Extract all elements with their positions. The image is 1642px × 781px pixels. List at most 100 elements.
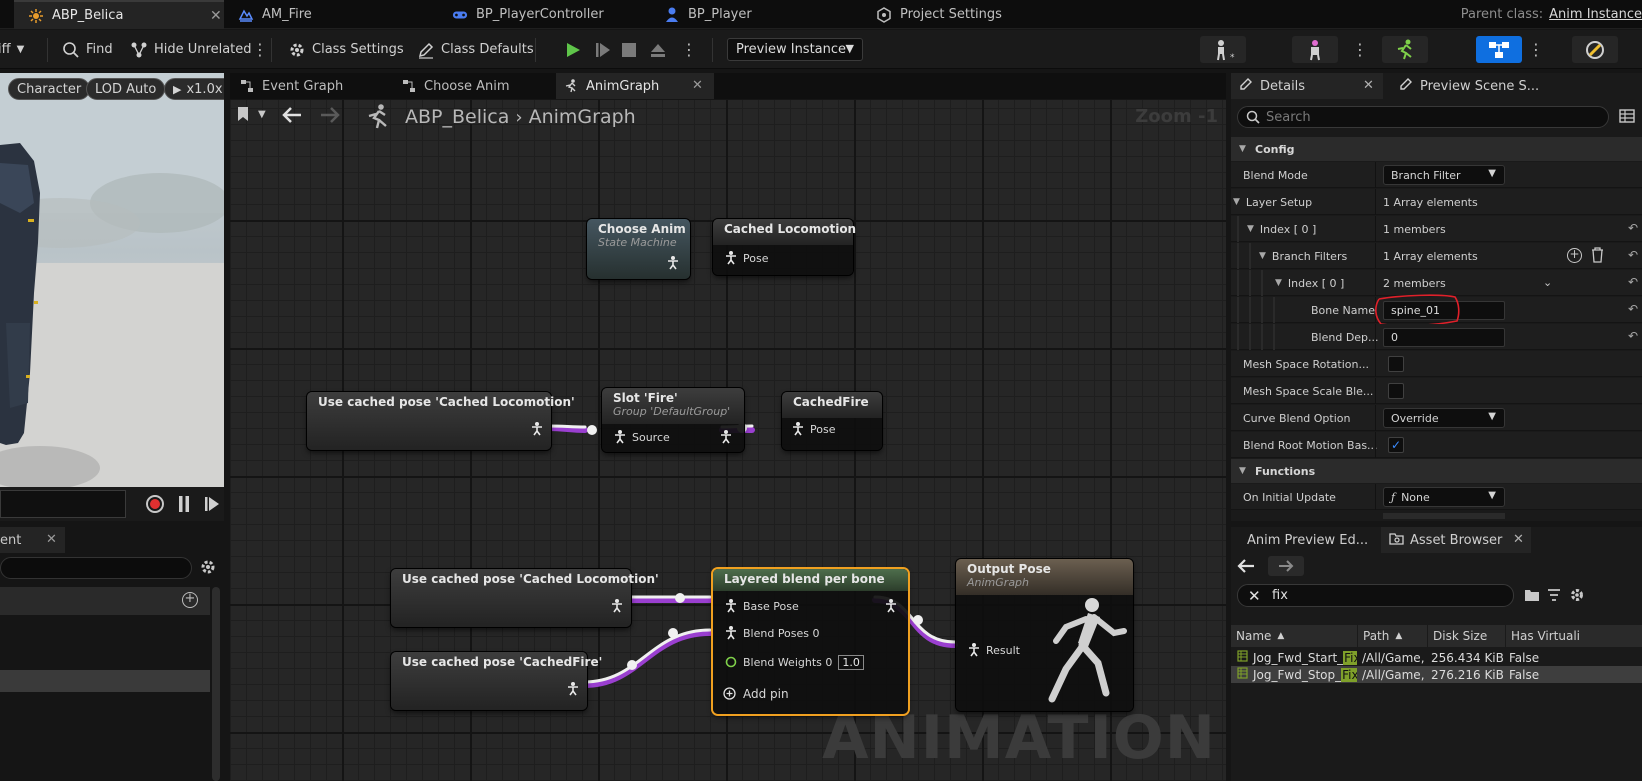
kebab-menu-icon[interactable]: ⋮ — [1528, 30, 1544, 69]
blend-root-motion-checkbox[interactable]: ✓ — [1388, 437, 1404, 453]
initial-update-dropdown[interactable]: ƒ None ▼ — [1383, 487, 1505, 507]
node-use-cached-locomotion[interactable]: Use cached pose 'Cached Locomotion' — [307, 392, 575, 450]
play-button[interactable] — [561, 38, 585, 62]
column-disk-size[interactable]: Disk Size — [1427, 625, 1505, 647]
add-icon[interactable]: + — [182, 592, 198, 608]
pose-pin-icon[interactable] — [885, 599, 897, 613]
column-path[interactable]: Path ▲ — [1357, 625, 1427, 647]
preview-viewport[interactable]: Character LOD Auto ▶ x1.0x — [0, 73, 224, 520]
gear-icon[interactable] — [199, 558, 217, 579]
reset-arrow-icon[interactable]: ↶ — [1628, 221, 1638, 235]
kebab-menu-icon[interactable]: ⋮ — [252, 30, 268, 69]
pose-input-pin[interactable]: Pose — [792, 422, 835, 436]
tab-asset-browser[interactable]: Asset Browser ✕ — [1381, 527, 1531, 553]
tab-am-fire[interactable]: AM_Fire — [238, 0, 312, 29]
blueprint-mode-button[interactable] — [1476, 36, 1522, 63]
node-choose-anim[interactable]: Choose Anim State Machine — [587, 219, 690, 279]
section-config[interactable]: ▼ Config — [1231, 137, 1642, 161]
folder-icon[interactable] — [1524, 588, 1540, 605]
record-button[interactable] — [146, 495, 164, 513]
mesh-mode-button[interactable] — [1292, 36, 1338, 63]
mesh-space-rotation-checkbox[interactable] — [1388, 356, 1404, 372]
node-cached-fire[interactable]: CachedFire Pose — [782, 392, 882, 450]
tab-anim-preview-editor[interactable]: Anim Preview Ed... — [1231, 527, 1381, 553]
gear-icon[interactable] — [1569, 587, 1585, 606]
animation-mode-button[interactable] — [1382, 36, 1428, 63]
close-icon[interactable]: ✕ — [46, 532, 57, 547]
tab-details[interactable]: Details ✕ — [1231, 73, 1383, 99]
property-label[interactable]: ▼ Layer Setup — [1233, 189, 1312, 215]
panel-scrollbar[interactable] — [212, 587, 220, 781]
table-row[interactable]: Jog_Fwd_Stop_ Fix /All/Game, 276.216 KiB … — [1231, 666, 1642, 683]
pose-pin-icon[interactable] — [720, 430, 732, 444]
view-mode-chip[interactable]: Character — [8, 78, 91, 100]
curve-blend-dropdown[interactable]: Override ▼ — [1383, 408, 1505, 428]
blend-weights-pin[interactable]: Blend Weights 0 1.0 — [725, 655, 864, 670]
property-label[interactable]: ▼ Index [ 0 ] — [1247, 216, 1316, 242]
list-item[interactable] — [0, 670, 210, 692]
column-has-virtualized[interactable]: Has Virtuali — [1505, 625, 1642, 647]
tab-bp-player[interactable]: BP_Player — [664, 0, 752, 29]
preview-instance-dropdown[interactable]: Preview Instance ▼ — [727, 38, 863, 61]
class-defaults-button[interactable]: Class Defaults — [417, 30, 534, 69]
anim-graph-canvas[interactable]: ▼ ABP_Belica › AnimGraph Zoom -1 ANIMATI… — [230, 100, 1226, 781]
lod-chip[interactable]: LOD Auto — [86, 78, 166, 100]
step-button[interactable] — [591, 38, 615, 62]
kebab-menu-icon[interactable]: ⋮ — [1352, 30, 1368, 69]
panel-search-input[interactable] — [0, 557, 192, 579]
clear-search-icon[interactable]: ✕ — [1248, 587, 1261, 605]
tab-project-settings[interactable]: Project Settings — [876, 0, 1002, 29]
tab-event-graph[interactable]: Event Graph — [234, 73, 384, 99]
tab-animgraph[interactable]: AnimGraph ✕ — [556, 73, 714, 99]
close-icon[interactable]: ✕ — [692, 78, 703, 93]
section-functions[interactable]: ▼ Functions — [1231, 459, 1642, 483]
result-input-pin[interactable]: Result — [968, 643, 1020, 657]
node-slot-fire[interactable]: Slot 'Fire' Group 'DefaultGroup' Source — [602, 388, 744, 452]
close-icon[interactable]: ✕ — [1513, 532, 1524, 547]
close-icon[interactable]: ✕ — [210, 8, 222, 24]
asset-search-input[interactable]: ✕ fix — [1237, 584, 1514, 607]
find-button[interactable]: Find — [62, 30, 113, 69]
reset-arrow-icon[interactable]: ↶ — [1628, 275, 1638, 289]
pose-pin-icon[interactable] — [667, 256, 679, 270]
reset-arrow-icon[interactable]: ↶ — [1628, 329, 1638, 343]
tab-preview-scene-settings[interactable]: Preview Scene S... — [1393, 73, 1642, 99]
mesh-space-scale-checkbox[interactable] — [1388, 383, 1404, 399]
table-view-icon[interactable] — [1619, 108, 1635, 127]
base-pose-pin[interactable]: Base Pose — [725, 599, 799, 613]
details-search-input[interactable]: Search — [1237, 106, 1609, 128]
add-element-icon[interactable]: + — [1567, 248, 1582, 263]
node-layered-blend-per-bone[interactable]: Layered blend per bone Base Pose Blend P… — [713, 569, 908, 714]
class-settings-button[interactable]: Class Settings — [288, 30, 404, 69]
node-use-cached-locomotion[interactable]: Use cached pose 'Cached Locomotion' — [391, 569, 659, 627]
close-icon[interactable]: ✕ — [1363, 78, 1374, 93]
reset-arrow-icon[interactable]: ↶ — [1628, 248, 1638, 262]
node-use-cached-fire[interactable]: Use cached pose 'CachedFire' — [391, 652, 602, 710]
table-row[interactable]: Jog_Fwd_Start_Fix /All/Game, 256.434 KiB… — [1231, 649, 1642, 666]
tab-choose-anim[interactable]: Choose Anim — [396, 73, 546, 99]
blend-mode-dropdown[interactable]: Branch Filter ▼ — [1383, 165, 1505, 185]
node-output-pose[interactable]: Output Pose AnimGraph Result — [956, 559, 1133, 711]
trash-icon[interactable] — [1591, 247, 1604, 266]
filter-icon[interactable] — [1547, 588, 1561, 605]
tab-abp-belica[interactable]: ABP_Belica ✕ — [14, 0, 224, 29]
pause-button[interactable] — [178, 495, 190, 516]
pose-pin-icon[interactable] — [531, 422, 543, 436]
hide-unrelated-button[interactable]: Hide Unrelated — [130, 30, 252, 69]
pose-pin-icon[interactable] — [567, 682, 579, 696]
tab-bp-playercontroller[interactable]: BP_PlayerController — [452, 0, 604, 29]
step-forward-button[interactable] — [204, 495, 220, 516]
chevron-down-icon[interactable]: ⌄ — [1543, 276, 1552, 289]
history-forward-button[interactable] — [1268, 556, 1304, 576]
blend-poses-pin[interactable]: Blend Poses 0 — [725, 626, 820, 640]
blend-depth-input[interactable]: 0 — [1383, 328, 1505, 347]
diff-button[interactable]: Diff ▼ — [0, 30, 24, 69]
reset-arrow-icon[interactable]: ↶ — [1628, 302, 1638, 316]
add-pin-button[interactable]: Add pin — [723, 687, 789, 701]
property-label[interactable]: ▼ Branch Filters — [1259, 243, 1347, 269]
panel-tab[interactable]: ent ✕ — [0, 527, 65, 553]
kebab-menu-icon[interactable]: ⋮ — [681, 30, 697, 69]
pose-pin-icon[interactable] — [611, 599, 623, 613]
history-back-button[interactable] — [1237, 558, 1255, 577]
stop-button[interactable] — [617, 38, 641, 62]
